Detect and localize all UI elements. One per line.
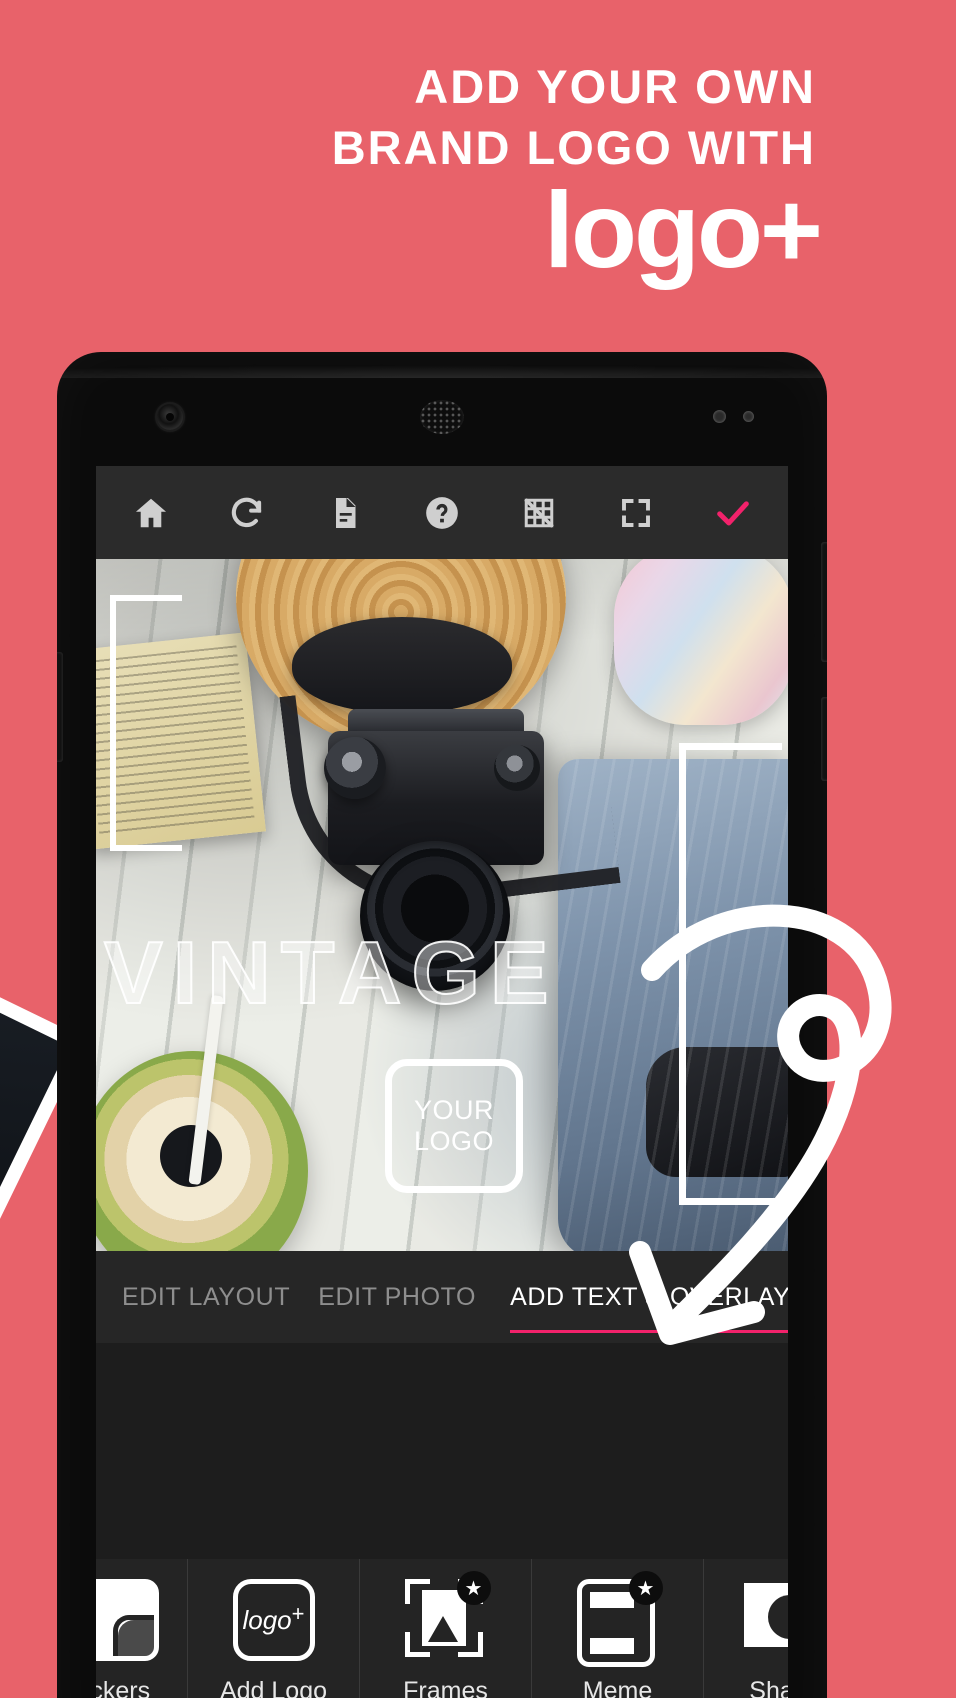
tool-meme[interactable]: ★ Meme [532,1559,704,1698]
promo-screenshot: ADD YOUR OWN BRAND LOGO WITH logo+ VINTA… [0,0,956,1698]
app-toolbar [96,466,788,559]
earpiece-speaker-icon [420,400,464,434]
premium-badge: ★ [628,1571,663,1605]
home-icon[interactable] [125,487,177,539]
logo-placeholder[interactable]: YOUR LOGO [385,1059,523,1193]
meme-icon: ★ [576,1571,663,1667]
app-screen: VINTAGE YOUR LOGO EDIT LAYOUT EDIT PHOTO… [96,466,788,1698]
tool-stickers[interactable]: ickers [96,1559,188,1698]
proximity-sensor-icon [713,410,765,424]
photo-object-camera-dial-2 [494,745,540,791]
photo-canvas[interactable]: VINTAGE YOUR LOGO [96,559,788,1251]
photo-object-camera-dial [324,737,386,799]
tab-edit-photo-label: EDIT PHOTO [318,1282,477,1311]
document-icon[interactable] [319,487,371,539]
tool-frames[interactable]: ★ Frames [360,1559,532,1698]
help-icon[interactable] [416,487,468,539]
tool-stickers-label: ickers [96,1677,151,1698]
frames-icon: ★ [404,1571,491,1661]
photo-object-scarf [614,559,788,725]
text-overlay-vintage[interactable]: VINTAGE [103,928,624,1018]
editor-tabs: EDIT LAYOUT EDIT PHOTO ADD TEXT & OVERLA… [96,1251,788,1343]
headline-line-1: ADD YOUR OWN [414,60,816,113]
app-wordmark: logo+ [544,169,823,290]
shapes-icon [738,1579,788,1661]
tool-add-logo-label: Add Logo [219,1677,328,1698]
tab-add-text-overlays[interactable]: ADD TEXT & OVERLAYS [510,1251,788,1343]
tab-edit-layout-label: EDIT LAYOUT [122,1282,291,1311]
fullscreen-icon[interactable] [610,487,662,539]
phone-device: VINTAGE YOUR LOGO EDIT LAYOUT EDIT PHOTO… [57,352,827,1698]
check-icon[interactable] [707,487,759,539]
redo-icon[interactable] [222,487,274,539]
front-camera-icon [157,404,183,430]
side-button-left[interactable] [57,652,63,762]
tab-add-text-overlays-label: ADD TEXT & OVERLAYS [510,1282,788,1311]
selection-frame-left[interactable] [110,595,182,851]
promo-headline: ADD YOUR OWN BRAND LOGO WITH [56,56,816,178]
logo-placeholder-line-2: LOGO [413,1126,495,1156]
tool-meme-label: Meme [582,1677,653,1698]
volume-button[interactable] [821,542,827,662]
sticker-icon [96,1579,159,1661]
premium-badge: ★ [456,1571,491,1605]
tab-edit-photo[interactable]: EDIT PHOTO [318,1251,510,1343]
tool-strip: ickers logo+ Add Logo ★ [96,1559,788,1698]
tool-frames-label: Frames [403,1677,488,1698]
tool-shapes-label: Shap [749,1677,788,1698]
add-logo-icon: logo + [232,1579,315,1661]
logo-placeholder-line-1: YOUR [413,1095,494,1125]
grid-off-icon[interactable] [513,487,565,539]
tool-add-logo[interactable]: logo + Add Logo [188,1559,360,1698]
tab-edit-layout[interactable]: EDIT LAYOUT [96,1251,318,1343]
power-button[interactable] [821,697,827,781]
tool-shapes[interactable]: Shap [704,1559,788,1698]
selection-frame-right[interactable] [679,743,782,1205]
